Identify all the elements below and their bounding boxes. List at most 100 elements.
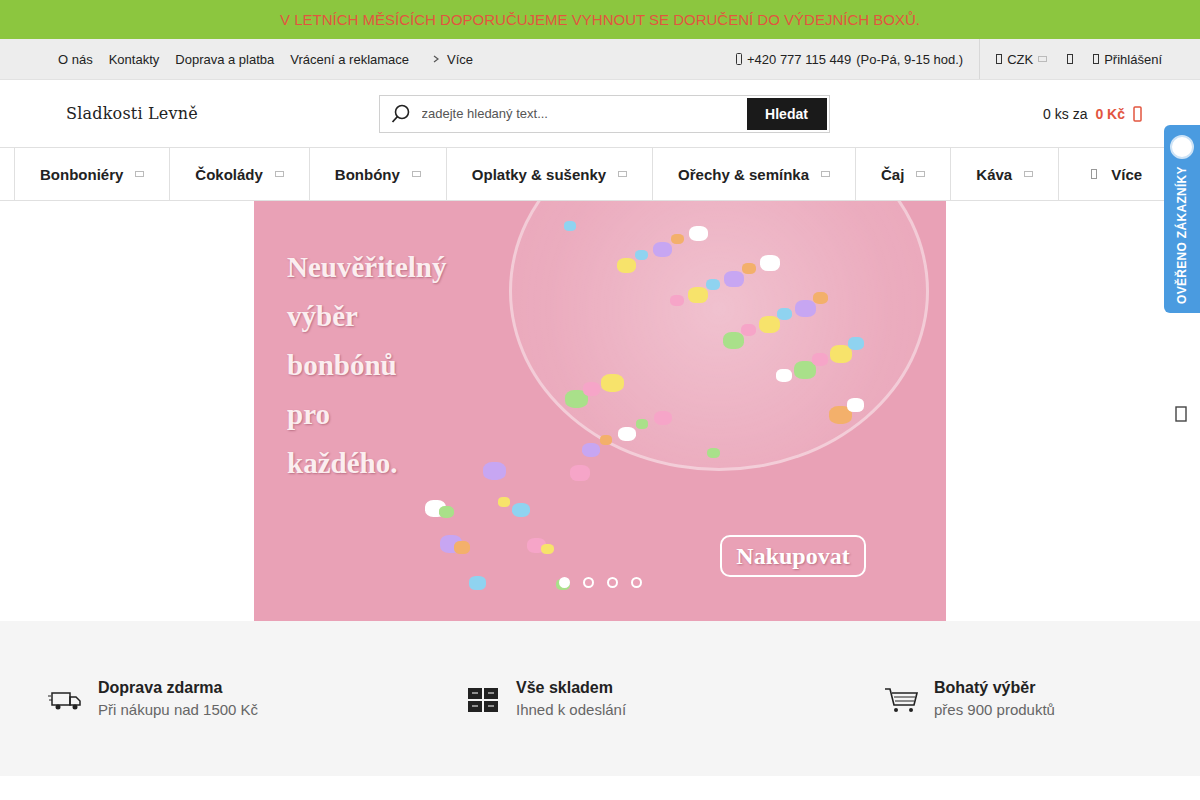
glass-bowl — [509, 201, 929, 471]
cart-total[interactable]: 0 Kč — [1095, 106, 1125, 122]
magnifier-icon — [391, 104, 411, 124]
dropdown-caret-icon — [275, 171, 284, 177]
slider-dot[interactable] — [631, 577, 642, 588]
feature-text: Bohatý výběrpřes 900 produktů — [934, 679, 1055, 718]
hero-slider: Neuvěřitelnývýběrbonbónůprokaždého.Nakup… — [0, 201, 1200, 621]
currency-icon — [996, 54, 1002, 64]
top-link[interactable]: Vrácení a reklamace — [290, 52, 409, 67]
candy — [759, 316, 780, 333]
phone-contact[interactable]: +420 777 115 449 (Po-Pá, 9-15 hod.) — [736, 52, 979, 67]
boxes-icon — [466, 683, 502, 715]
top-more-link[interactable]: Více — [433, 52, 473, 67]
next-arrow-icon[interactable] — [1174, 405, 1188, 423]
banner-line: výběr — [287, 292, 446, 341]
candy — [723, 332, 744, 349]
opening-hours: (Po-Pá, 9-15 hod.) — [856, 52, 963, 67]
logo[interactable]: Sladkosti Levně — [66, 104, 379, 123]
cart-icon — [1133, 106, 1142, 122]
top-links: O nás Kontakty Doprava a platba Vrácení a r… — [58, 52, 473, 67]
top-link[interactable]: Kontakty — [109, 52, 160, 67]
menu-icon — [1091, 169, 1097, 179]
nav-label[interactable]: Káva — [976, 166, 1012, 183]
nav-label[interactable]: Ořechy & semínka — [678, 166, 809, 183]
candy — [454, 541, 470, 554]
nav-label[interactable]: Čokolády — [195, 166, 263, 183]
separator — [979, 39, 980, 79]
slider-dots — [254, 577, 946, 588]
currency-selector[interactable]: CZK — [980, 52, 1057, 67]
candy — [707, 448, 720, 458]
nav-more[interactable]: Více — [1058, 148, 1177, 200]
phone-number[interactable]: +420 777 115 449 — [747, 52, 851, 67]
feature-item: Vše skladem Ihned k odeslání — [466, 679, 884, 718]
nav-item[interactable]: Čaj — [855, 148, 950, 200]
candy — [795, 300, 816, 317]
candy — [760, 255, 780, 271]
candy — [541, 544, 554, 554]
candy — [847, 398, 864, 412]
candy — [635, 250, 648, 260]
verified-badge[interactable]: OVĚŘENO ZÁKAZNÍKY — [1164, 125, 1200, 313]
candy — [618, 427, 636, 441]
nav-label[interactable]: Oplatky & sušenky — [472, 166, 606, 183]
candy — [654, 411, 672, 425]
chevron-icon — [433, 55, 439, 63]
top-more-label[interactable]: Více — [447, 52, 473, 67]
feature-item: Doprava zdarmaPři nákupu nad 1500 Kč — [48, 679, 466, 718]
search-input[interactable] — [422, 96, 745, 132]
feature-subtitle: Ihned k odeslání — [516, 701, 626, 718]
candy — [776, 369, 792, 382]
nav-label[interactable]: Čaj — [881, 166, 904, 183]
top-link[interactable]: Doprava a platba — [175, 52, 274, 67]
slider-dot[interactable] — [607, 577, 618, 588]
slider-dot[interactable] — [583, 577, 594, 588]
candy — [564, 221, 576, 231]
candy — [583, 382, 600, 396]
category-nav: Bonboniéry Čokolády Bonbóny Oplatky & sušen… — [0, 147, 1200, 201]
cart-summary[interactable]: 0 ks za 0 Kč — [830, 106, 1143, 122]
nav-label[interactable]: Bonbóny — [335, 166, 400, 183]
currency-label[interactable]: CZK — [1007, 52, 1033, 67]
candy — [439, 506, 454, 518]
feature-item: Bohatý výběrpřes 900 produktů — [884, 679, 1200, 718]
nav-item[interactable]: Ořechy & semínka — [652, 148, 855, 200]
nav-item[interactable]: Bonbóny — [309, 148, 446, 200]
banner-image[interactable]: Neuvěřitelnývýběrbonbónůprokaždého.Nakup… — [254, 201, 946, 621]
verified-seal-icon — [1170, 135, 1194, 159]
feature-title: Vše skladem — [516, 679, 626, 697]
feature-text: Vše skladem Ihned k odeslání — [516, 679, 626, 718]
top-bar: O nás Kontakty Doprava a platba Vrácení a r… — [0, 39, 1200, 80]
slider-dot[interactable] — [559, 577, 570, 588]
nav-item[interactable]: Káva — [950, 148, 1058, 200]
candy — [483, 462, 506, 480]
dropdown-caret-icon — [412, 171, 421, 177]
feature-title: Doprava zdarma — [98, 679, 258, 697]
nav-label[interactable]: Bonboniéry — [40, 166, 123, 183]
dropdown-caret-icon — [1038, 56, 1047, 62]
top-right: +420 777 115 449 (Po-Pá, 9-15 hod.) CZK Při… — [736, 39, 1162, 79]
candy — [570, 465, 590, 481]
nav-item[interactable]: Bonboniéry — [14, 148, 169, 200]
announcement-text: V LETNÍCH MĚSÍCÍCH DOPORUČUJEME VYHNOUT … — [280, 11, 920, 28]
banner-line: bonbónů — [287, 341, 446, 390]
top-link[interactable]: O nás — [58, 52, 93, 67]
nav-item[interactable]: Čokolády — [169, 148, 309, 200]
features-strip: Doprava zdarmaPři nákupu nad 1500 Kč Vše … — [0, 621, 1200, 776]
candy — [813, 292, 828, 304]
dropdown-caret-icon — [1024, 171, 1033, 177]
banner-line: každého. — [287, 439, 446, 488]
nav-more-label[interactable]: Více — [1111, 166, 1142, 183]
header: Sladkosti Levně Hledat 0 ks za 0 Kč — [0, 80, 1200, 147]
candy — [689, 226, 708, 241]
search-button[interactable]: Hledat — [745, 96, 829, 132]
cart-count[interactable]: 0 ks za — [1043, 106, 1087, 122]
candy — [706, 279, 720, 290]
dropdown-caret-icon — [821, 171, 830, 177]
candy — [724, 271, 744, 287]
verified-label[interactable]: OVĚŘENO ZÁKAZNÍKY — [1175, 166, 1189, 304]
candy — [498, 497, 510, 507]
login-label[interactable]: Přihlášení — [1104, 52, 1162, 67]
nav-item[interactable]: Oplatky & sušenky — [446, 148, 652, 200]
login-link[interactable]: Přihlášení — [1057, 52, 1162, 67]
shop-button[interactable]: Nakupovat — [720, 535, 866, 577]
